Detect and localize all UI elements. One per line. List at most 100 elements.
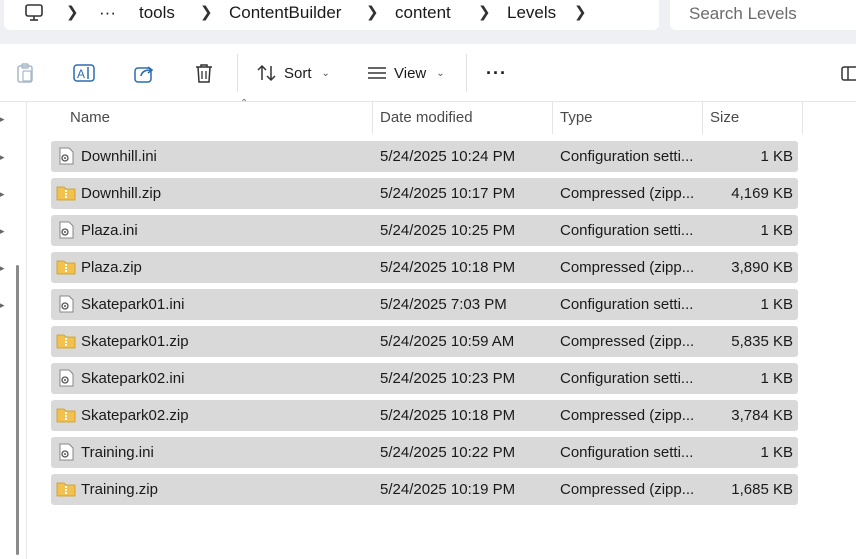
nav-scrollbar[interactable] [16,265,19,555]
config-file-icon [56,147,76,165]
rename-icon: A [73,64,95,82]
details-pane-button[interactable] [840,60,856,86]
zip-folder-icon [56,184,76,202]
file-type: Compressed (zipp... [560,407,695,424]
file-date-modified: 5/24/2025 10:17 PM [380,185,516,202]
expand-arrow-icon[interactable]: ▸ [0,114,5,124]
navigation-pane[interactable]: ▸ ▸ ▸ ▸ ▸ ▸ [0,102,27,559]
zip-folder-icon [56,406,76,424]
file-type: Configuration setti... [560,148,694,165]
file-type: Compressed (zipp... [560,481,695,498]
chevron-right-icon: ❯ [478,4,491,21]
breadcrumb-content[interactable]: content [395,3,451,23]
file-type: Compressed (zipp... [560,333,695,350]
column-divider[interactable] [552,102,553,134]
file-size: 4,169 KB [731,185,793,202]
paste-button[interactable] [14,60,36,86]
view-label: View [394,64,427,82]
file-row[interactable]: Skatepark01.ini 5/24/2025 7:03 PM Configur… [51,289,798,320]
chevron-right-icon: ❯ [200,4,213,21]
search-box[interactable]: Search Levels [670,0,856,30]
file-name: Downhill.ini [81,148,157,165]
trash-icon [196,64,212,83]
file-size: 1 KB [760,444,793,461]
chevron-right-icon: ❯ [66,4,79,21]
config-file-icon [56,295,76,313]
file-size: 3,890 KB [731,259,793,276]
file-row[interactable]: Training.zip 5/24/2025 10:19 PM Compressed… [51,474,798,505]
file-date-modified: 5/24/2025 10:23 PM [380,370,516,387]
share-button[interactable] [133,60,155,86]
file-row[interactable]: Plaza.zip 5/24/2025 10:18 PM Compressed (z… [51,252,798,283]
column-divider[interactable] [702,102,703,134]
file-type: Configuration setti... [560,444,694,461]
breadcrumb-overflow[interactable]: ··· [99,3,116,23]
column-size[interactable]: Size [710,102,739,134]
file-row[interactable]: Skatepark01.zip 5/24/2025 10:59 AM Compres… [51,326,798,357]
file-date-modified: 5/24/2025 10:25 PM [380,222,516,239]
file-date-modified: 5/24/2025 10:22 PM [380,444,516,461]
zip-folder-icon [56,480,76,498]
clipboard-icon [17,63,33,83]
breadcrumb-levels[interactable]: Levels [507,3,556,23]
column-date-modified[interactable]: Date modified [380,102,473,134]
toolbar-divider [466,54,467,92]
expand-arrow-icon[interactable]: ▸ [0,226,5,236]
file-row[interactable]: Skatepark02.ini 5/24/2025 10:23 PM Configu… [51,363,798,394]
sort-button[interactable]: Sort ⌄ [256,60,330,86]
file-row[interactable]: Skatepark02.zip 5/24/2025 10:18 PM Compres… [51,400,798,431]
file-size: 1 KB [760,222,793,239]
view-button[interactable]: View ⌄ [366,60,445,86]
column-type[interactable]: Type [560,102,593,134]
file-row[interactable]: Plaza.ini 5/24/2025 10:25 PM Configuration… [51,215,798,246]
file-size: 1,685 KB [731,481,793,498]
breadcrumb-tools[interactable]: tools [139,3,175,23]
rename-button[interactable]: A [73,60,95,86]
file-name: Training.ini [81,444,154,461]
breadcrumb-contentbuilder[interactable]: ContentBuilder [229,3,341,23]
file-date-modified: 5/24/2025 10:18 PM [380,259,516,276]
title-bar: ❯ ··· tools ❯ ContentBuilder ❯ content ❯… [0,0,856,44]
svg-text:A: A [77,67,85,81]
file-size: 1 KB [760,148,793,165]
this-pc-icon[interactable] [24,3,46,23]
file-name: Downhill.zip [81,185,162,202]
config-file-icon [56,221,76,239]
delete-button[interactable] [193,60,215,86]
zip-folder-icon [56,332,76,350]
file-date-modified: 5/24/2025 10:24 PM [380,148,516,165]
file-size: 3,784 KB [731,407,793,424]
sort-icon [257,64,276,82]
sort-label: Sort [284,64,312,82]
chevron-down-icon: ⌄ [436,67,445,79]
file-type: Compressed (zipp... [560,259,695,276]
toolbar-divider [237,54,238,92]
file-name: Plaza.ini [81,222,138,239]
command-bar: A Sort ⌄ View ⌄ ··· [0,44,856,102]
file-row[interactable]: Downhill.zip 5/24/2025 10:17 PM Compressed… [51,178,798,209]
file-type: Configuration setti... [560,222,694,239]
expand-arrow-icon[interactable]: ▸ [0,152,5,162]
column-name[interactable]: Name [70,102,110,134]
file-name: Plaza.zip [81,259,142,276]
file-type: Compressed (zipp... [560,185,695,202]
column-divider[interactable] [372,102,373,134]
more-options-button[interactable]: ··· [486,60,507,86]
expand-arrow-icon[interactable]: ▸ [0,300,5,310]
search-input[interactable]: Search Levels [689,4,797,24]
expand-arrow-icon[interactable]: ▸ [0,263,5,273]
chevron-right-icon[interactable]: ❯ [574,3,587,21]
address-bar[interactable]: ❯ ··· tools ❯ ContentBuilder ❯ content ❯… [4,0,659,30]
column-divider[interactable] [802,102,803,134]
expand-arrow-icon[interactable]: ▸ [0,189,5,199]
file-size: 5,835 KB [731,333,793,350]
file-row[interactable]: Training.ini 5/24/2025 10:22 PM Configurat… [51,437,798,468]
sort-ascending-icon: ⌃ [240,98,249,109]
file-name: Training.zip [81,481,158,498]
file-row[interactable]: Downhill.ini 5/24/2025 10:24 PM Configurat… [51,141,798,172]
column-header-row: ⌃ Name Date modified Type Size [27,98,856,134]
zip-folder-icon [56,258,76,276]
chevron-right-icon: ❯ [366,4,379,21]
share-icon [134,66,154,83]
file-size: 1 KB [760,296,793,313]
